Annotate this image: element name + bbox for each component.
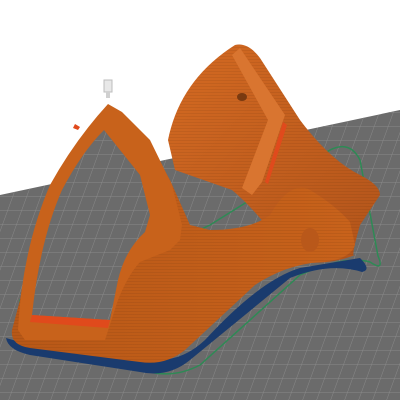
3d-viewport[interactable]	[0, 0, 400, 400]
nozzle-marker	[103, 79, 113, 98]
scene-canvas[interactable]	[0, 0, 400, 400]
surface-spot	[301, 228, 319, 252]
infill-highlight-top	[73, 124, 80, 130]
model-hole	[237, 93, 247, 101]
